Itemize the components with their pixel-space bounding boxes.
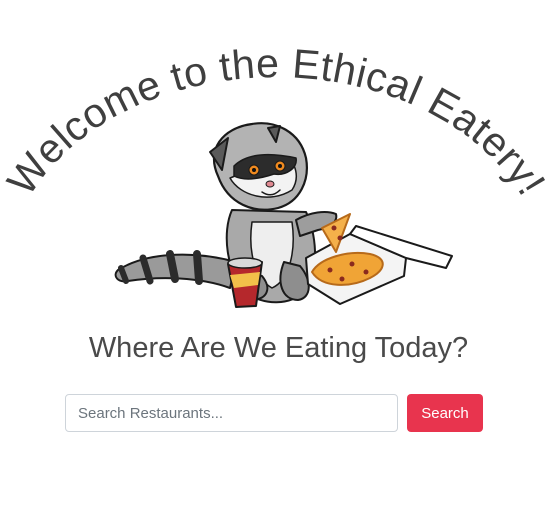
search-button[interactable]: Search xyxy=(407,394,483,432)
soda-cup-icon xyxy=(227,257,263,308)
raccoon-tail xyxy=(114,250,237,289)
search-input[interactable] xyxy=(65,394,398,432)
home-page: Welcome to the Ethical Eatery! Where Are… xyxy=(0,0,557,520)
raccoon-mascot-icon xyxy=(114,122,453,308)
search-bar: Search xyxy=(65,394,483,432)
hero-banner: Welcome to the Ethical Eatery! xyxy=(0,0,557,320)
hero-graphic: Welcome to the Ethical Eatery! xyxy=(0,40,554,308)
page-heading: Where Are We Eating Today? xyxy=(88,332,469,364)
